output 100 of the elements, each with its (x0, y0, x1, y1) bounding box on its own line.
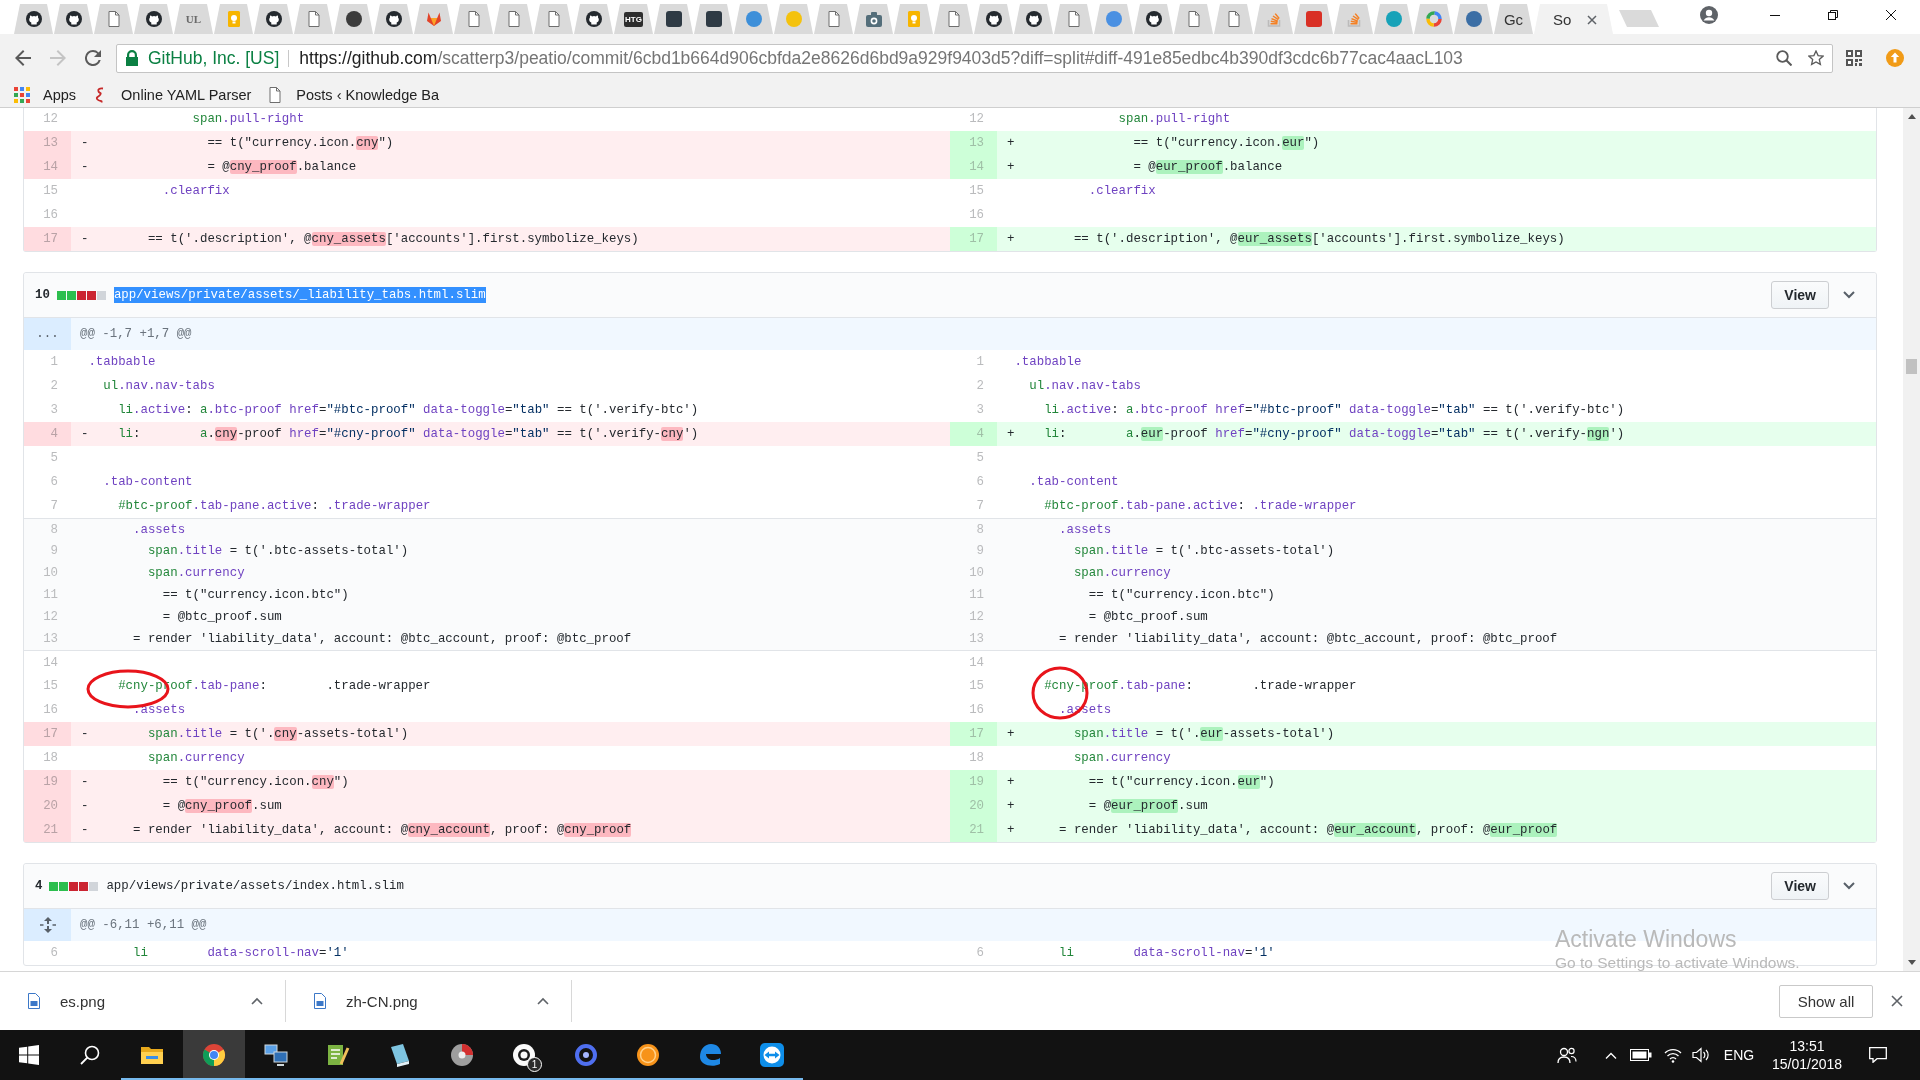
address-bar[interactable]: GitHub, Inc. [US] https://github.com/scatterp3/peatio/commit/6cbd1b664d906cbfda2e8626d6bd9a929f9403d5?diff=split#diff-491e85edbc4b390df3cdc6b77cac4aacL103 (116, 43, 1833, 73)
line-number: 13 (950, 628, 997, 650)
browser-tab[interactable] (1134, 4, 1173, 34)
code-line: .clearfix (1087, 183, 1156, 200)
page-icon (267, 86, 284, 103)
line-number: 4 (24, 422, 71, 446)
bookmark-item[interactable]: Posts ‹ Knowledge Ba (261, 82, 446, 107)
code-line: + == t("currency.icon.eur") (1007, 774, 1275, 791)
page-icon (105, 11, 122, 27)
language-indicator[interactable]: ENG (1720, 1030, 1758, 1080)
code-line: + li: a.eur-proof href="#cny-proof" data-toggle="tab" == t('.verify-ngn') (1007, 426, 1625, 443)
code-line: span.pull-right (191, 111, 305, 128)
line-number: 4 (950, 422, 997, 446)
page-icon (1225, 11, 1242, 27)
code-line: span.pull-right (1117, 111, 1231, 128)
lock-icon (124, 50, 140, 66)
browser-tab[interactable] (1014, 4, 1053, 34)
line-number: 15 (968, 678, 985, 695)
browser-tab[interactable] (134, 4, 173, 34)
browser-tab[interactable] (654, 4, 693, 34)
file-path[interactable]: app/views/private/assets/index.html.slim (106, 878, 404, 894)
code-line: - == t("currency.icon.cny") (81, 135, 394, 152)
down-arrow-icon[interactable] (1907, 960, 1916, 965)
line-number: 6 (49, 945, 59, 962)
browser-tab[interactable] (694, 4, 733, 34)
change-count: 4 (35, 879, 43, 893)
monitors-icon (264, 1043, 288, 1067)
line-number: 1 (975, 354, 985, 371)
browser-tab[interactable] (254, 4, 293, 34)
scrollbar[interactable] (1903, 108, 1920, 971)
browser-tab[interactable] (54, 4, 93, 34)
code-line: span.title = t('.btc-assets-total') (146, 543, 409, 560)
browser-tab[interactable] (974, 4, 1013, 34)
close-icon[interactable] (1587, 14, 1597, 25)
code-line: ul.nav.nav-tabs (1028, 378, 1141, 395)
logo-letters: UL (185, 12, 202, 26)
coin-icon (636, 1043, 660, 1067)
expand-button[interactable] (24, 909, 71, 941)
ring-icon (574, 1043, 598, 1067)
activation-text: Go to Settings to activate Windows. (1555, 953, 1800, 973)
person-icon (1700, 6, 1718, 24)
line-number: 20 (24, 794, 71, 818)
lightbulb-icon (225, 11, 242, 27)
activation-title: Activate Windows (1555, 925, 1738, 953)
code-line: - li: a.cny-proof href="#cny-proof" data-toggle="tab" == t('.verify-cny') (81, 426, 699, 443)
browser-tab[interactable]: Gc (1494, 4, 1533, 34)
line-number: 3 (49, 402, 59, 419)
browser-tab[interactable]: UL (174, 4, 213, 34)
browser-tab[interactable]: HTG (614, 4, 653, 34)
target-icon (512, 1043, 536, 1067)
caret-up-icon (251, 997, 263, 1005)
taskbar-app[interactable] (183, 1030, 245, 1080)
battery-icon (1630, 1049, 1652, 1061)
taskbar-app[interactable]: 1 (493, 1030, 555, 1080)
file-name[interactable]: zh-CN.png (346, 992, 418, 1010)
arrow-circle-icon (1886, 49, 1904, 67)
line-number: 19 (24, 770, 71, 794)
caret-up-icon (537, 997, 549, 1005)
code-line: span.currency (146, 565, 245, 582)
code-line: - = @cny_proof.sum (81, 798, 282, 815)
line-number: 2 (975, 378, 985, 395)
expand-button[interactable]: ... (24, 318, 71, 350)
browser-tab[interactable] (14, 4, 53, 34)
scrollbar-thumb[interactable] (1906, 359, 1917, 374)
line-number: 15 (42, 678, 59, 695)
line-number: 15 (968, 183, 985, 200)
file-name[interactable]: es.png (60, 992, 106, 1010)
line-number: 17 (950, 227, 997, 251)
change-count: 10 (35, 288, 50, 302)
line-number: 7 (975, 498, 985, 515)
page-icon (545, 11, 562, 27)
browser-tab[interactable] (374, 4, 413, 34)
browser-tab[interactable] (334, 4, 373, 34)
code-line: span.currency (1072, 750, 1171, 767)
tray-bars-icon (1345, 11, 1362, 27)
cat-icon (145, 11, 162, 27)
line-number: 17 (24, 722, 71, 746)
code-line: = render 'liability_data', account: @btc_account, proof: @btc_proof (1058, 631, 1558, 648)
code-line: + = @eur_proof.sum (1007, 798, 1208, 815)
line-number: 6 (975, 474, 985, 491)
up-arrow-icon[interactable] (1907, 114, 1916, 119)
line-number: 13 (24, 131, 71, 155)
cat-icon (1145, 11, 1162, 27)
code-line: == t("currency.icon.btc") (1087, 587, 1275, 604)
line-number: 5 (975, 450, 985, 467)
code-line: + span.title = t('.eur-assets-total') (1007, 726, 1335, 743)
browser-tab[interactable]: So (1534, 4, 1613, 34)
view-button[interactable]: View (1771, 872, 1829, 900)
clock-button[interactable]: 13:51 15/01/2018 (1764, 1030, 1850, 1080)
code-line: - span.title = t('.cny-assets-total') (81, 726, 409, 743)
caret-up-icon (1605, 1051, 1617, 1059)
bookmark-item[interactable]: Online YAML Parser (86, 82, 258, 107)
show-all-button[interactable]: Show all (1779, 984, 1873, 1018)
bookmark-item[interactable]: Apps (8, 82, 83, 107)
cat-icon (985, 11, 1002, 27)
view-button[interactable]: View (1771, 281, 1829, 309)
line-number: 16 (968, 207, 985, 224)
browser-tab[interactable] (574, 4, 613, 34)
line-number: 7 (49, 498, 59, 515)
ring-icon (1425, 11, 1442, 27)
